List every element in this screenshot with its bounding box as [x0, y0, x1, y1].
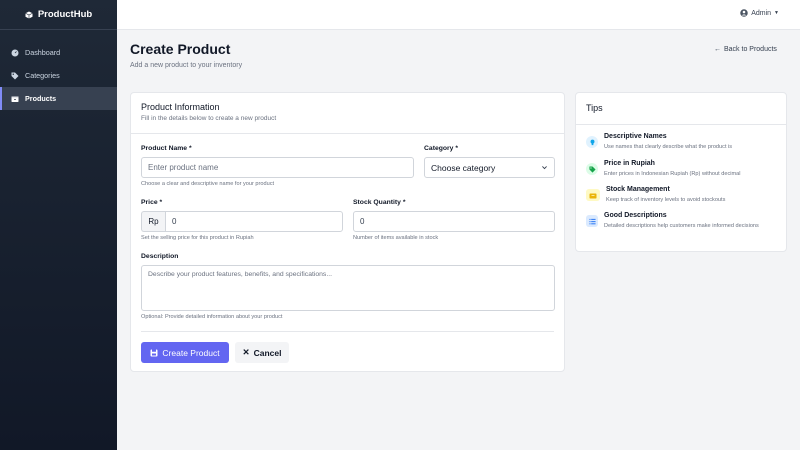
- dashboard-icon: [11, 49, 19, 56]
- sidebar-item-categories[interactable]: Categories: [0, 64, 117, 87]
- stock-quantity-input[interactable]: 0: [353, 211, 555, 232]
- tip-item: Descriptive Names Use names that clearly…: [586, 133, 779, 152]
- back-to-products-link[interactable]: ← Back to Products: [714, 46, 777, 53]
- form-card-subtitle: Fill in the details below to create a ne…: [141, 115, 277, 122]
- product-name-help: Choose a clear and descriptive name for …: [141, 181, 275, 187]
- sidebar: ProductHub Dashboard Categories Products: [0, 0, 117, 450]
- sidebar-item-products[interactable]: Products: [0, 87, 117, 110]
- sidebar-nav: Dashboard Categories Products: [0, 41, 117, 110]
- tips-card: Tips Descriptive Names Use names that cl…: [575, 92, 787, 252]
- user-menu[interactable]: Admin ▼: [740, 9, 779, 17]
- tip-title: Good Descriptions: [604, 212, 667, 219]
- page-subtitle: Add a new product to your inventory: [130, 62, 243, 69]
- product-name-input[interactable]: Enter product name: [141, 157, 414, 178]
- save-icon: [150, 349, 158, 356]
- product-name-placeholder: Enter product name: [148, 163, 219, 172]
- arrow-left-icon: ←: [714, 46, 721, 53]
- topbar: Admin ▼: [117, 0, 800, 30]
- cancel-button[interactable]: ✕ Cancel: [235, 342, 289, 363]
- currency-prefix: Rp: [141, 211, 165, 232]
- tip-description: Enter prices in Indonesian Rupiah (Rp) w…: [604, 171, 741, 177]
- boxes-icon: [586, 189, 600, 201]
- list-icon: [586, 215, 598, 227]
- description-placeholder: Describe your product features, benefits…: [148, 271, 332, 278]
- brand-name: ProductHub: [37, 9, 93, 20]
- chevron-down-icon: [542, 166, 547, 170]
- stock-value: 0: [360, 217, 365, 226]
- tip-title: Stock Management: [606, 186, 670, 193]
- tip-description: Detailed descriptions help customers mak…: [604, 223, 759, 229]
- page-title: Create Product: [130, 41, 231, 57]
- description-label: Description: [141, 253, 179, 260]
- stock-help: Number of items available in stock: [353, 235, 439, 241]
- price-value: 0: [172, 217, 177, 226]
- tag-icon: [11, 72, 19, 79]
- cancel-label: Cancel: [253, 347, 282, 358]
- tips-title: Tips: [576, 93, 786, 125]
- tip-title: Price in Rupiah: [604, 160, 655, 167]
- form-card-title: Product Information: [141, 102, 220, 112]
- user-avatar-icon: [740, 9, 748, 17]
- category-label: Category *: [424, 145, 458, 152]
- sidebar-item-label: Categories: [25, 71, 60, 80]
- caret-down-icon: ▼: [774, 10, 779, 16]
- price-help: Set the selling price for this product i…: [141, 235, 254, 241]
- tip-description: Keep track of inventory levels to avoid …: [606, 197, 726, 203]
- product-name-label: Product Name *: [141, 145, 192, 152]
- category-selected: Choose category: [431, 162, 496, 173]
- price-label: Price *: [141, 199, 163, 206]
- description-textarea[interactable]: Describe your product features, benefits…: [141, 265, 555, 311]
- sidebar-item-label: Products: [25, 94, 57, 103]
- category-select[interactable]: Choose category: [424, 157, 555, 178]
- price-input[interactable]: 0: [165, 211, 343, 232]
- tip-title: Descriptive Names: [604, 133, 667, 140]
- stock-label: Stock Quantity *: [353, 199, 406, 206]
- create-product-label: Create Product: [162, 347, 220, 358]
- brand[interactable]: ProductHub: [0, 0, 117, 30]
- box-icon: [11, 96, 19, 102]
- back-link-label: Back to Products: [724, 46, 777, 53]
- form-divider: [141, 331, 554, 332]
- product-form-card: Product Information Fill in the details …: [130, 92, 565, 372]
- tip-item: Stock Management Keep track of inventory…: [586, 186, 781, 205]
- form-card-header: Product Information Fill in the details …: [131, 93, 564, 134]
- price-tag-icon: [586, 163, 598, 175]
- create-product-button[interactable]: Create Product: [141, 342, 229, 363]
- tip-item: Price in Rupiah Enter prices in Indonesi…: [586, 160, 779, 179]
- tip-description: Use names that clearly describe what the…: [604, 144, 733, 150]
- user-name: Admin: [751, 9, 772, 17]
- sidebar-item-dashboard[interactable]: Dashboard: [0, 41, 117, 64]
- box-logo-icon: [25, 11, 33, 18]
- sidebar-item-label: Dashboard: [25, 48, 61, 57]
- lightbulb-icon: [586, 136, 598, 148]
- close-icon: ✕: [242, 347, 250, 357]
- tip-item: Good Descriptions Detailed descriptions …: [586, 212, 779, 231]
- description-help: Optional: Provide detailed information a…: [141, 314, 283, 320]
